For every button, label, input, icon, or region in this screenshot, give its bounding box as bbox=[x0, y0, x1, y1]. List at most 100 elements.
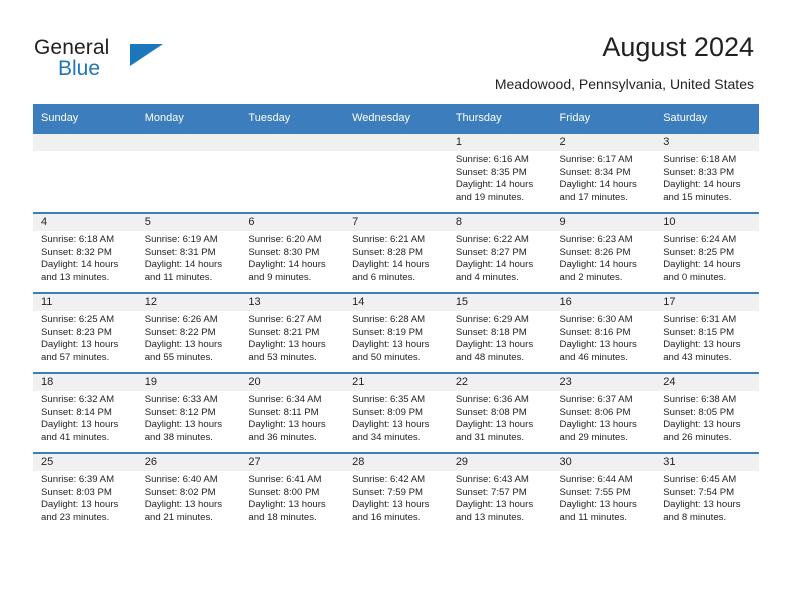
daylight-duration-line2: and 13 minutes. bbox=[455, 511, 525, 523]
daylight-duration-line1: Daylight: 14 hours bbox=[663, 179, 741, 191]
calendar-day-cell[interactable]: 6 Sunrise: 6:20 AM Sunset: 8:30 PM Daylight… bbox=[240, 212, 345, 293]
daylight-duration-line2: and 34 minutes. bbox=[352, 431, 421, 443]
day-number: 22 bbox=[447, 374, 552, 391]
day-number: 27 bbox=[240, 454, 345, 471]
weekday-header-thursday: Thursday bbox=[447, 104, 552, 133]
calendar-day-cell[interactable]: 10 Sunrise: 6:24 AM Sunset: 8:25 PM Dayligh… bbox=[655, 212, 759, 293]
day-number: 7 bbox=[344, 214, 448, 231]
day-number: 30 bbox=[551, 454, 656, 471]
weekday-header-tuesday: Tuesday bbox=[240, 104, 345, 133]
sunrise-time: Sunrise: 6:27 AM bbox=[248, 314, 322, 325]
daylight-duration-line1: Daylight: 13 hours bbox=[663, 339, 741, 351]
day-details: Sunrise: 6:25 AM Sunset: 8:23 PM Daylight:… bbox=[33, 311, 137, 364]
daylight-duration-line1: Daylight: 14 hours bbox=[559, 179, 637, 191]
sunrise-time: Sunrise: 6:25 AM bbox=[41, 314, 115, 325]
calendar-day-cell[interactable]: 12 Sunrise: 6:26 AM Sunset: 8:22 PM Dayligh… bbox=[136, 292, 241, 373]
calendar-day-cell[interactable]: 28 Sunrise: 6:42 AM Sunset: 7:59 PM Dayligh… bbox=[344, 452, 448, 532]
sunset-time: Sunset: 8:12 PM bbox=[144, 406, 216, 418]
calendar-day-cell[interactable]: 17 Sunrise: 6:31 AM Sunset: 8:15 PM Dayligh… bbox=[655, 292, 759, 373]
calendar-day-cell[interactable]: 21 Sunrise: 6:35 AM Sunset: 8:09 PM Dayligh… bbox=[344, 372, 448, 453]
sunrise-time: Sunrise: 6:18 AM bbox=[41, 234, 115, 245]
calendar-day-cell[interactable]: 24 Sunrise: 6:38 AM Sunset: 8:05 PM Dayligh… bbox=[655, 372, 759, 453]
day-number: 20 bbox=[240, 374, 345, 391]
general-blue-logo[interactable]: General Blue bbox=[34, 36, 204, 84]
day-number: 15 bbox=[447, 294, 552, 311]
daylight-duration-line1: Daylight: 14 hours bbox=[559, 259, 637, 271]
daylight-duration-line1: Daylight: 13 hours bbox=[352, 419, 430, 431]
calendar-day-cell[interactable]: 26 Sunrise: 6:40 AM Sunset: 8:02 PM Dayligh… bbox=[136, 452, 241, 532]
day-number: 18 bbox=[33, 374, 137, 391]
calendar-day-cell[interactable]: 11 Sunrise: 6:25 AM Sunset: 8:23 PM Dayligh… bbox=[33, 292, 137, 373]
sunrise-time: Sunrise: 6:37 AM bbox=[559, 394, 633, 405]
sunrise-time: Sunrise: 6:20 AM bbox=[248, 234, 322, 245]
calendar-day-cell[interactable]: 7 Sunrise: 6:21 AM Sunset: 8:28 PM Daylight… bbox=[344, 212, 448, 293]
day-details: Sunrise: 6:44 AM Sunset: 7:55 PM Daylight:… bbox=[552, 471, 656, 524]
sunrise-time: Sunrise: 6:42 AM bbox=[352, 474, 426, 485]
calendar-week-row: 4 Sunrise: 6:18 AM Sunset: 8:32 PM Daylight… bbox=[33, 212, 759, 293]
page-header: General Blue August 2024 Meadowood, Penn… bbox=[0, 0, 792, 104]
calendar-day-cell[interactable]: 20 Sunrise: 6:34 AM Sunset: 8:11 PM Dayligh… bbox=[240, 372, 345, 453]
daylight-duration-line2: and 11 minutes. bbox=[144, 271, 213, 283]
sunset-time: Sunset: 8:09 PM bbox=[352, 406, 424, 418]
sunset-time: Sunset: 8:02 PM bbox=[144, 486, 216, 498]
calendar-day-cell[interactable]: 3 Sunrise: 6:18 AM Sunset: 8:33 PM Daylight… bbox=[655, 132, 759, 213]
day-number: 8 bbox=[447, 214, 552, 231]
sunset-time: Sunset: 8:32 PM bbox=[41, 246, 112, 258]
daylight-duration-line2: and 50 minutes. bbox=[352, 351, 421, 363]
weekday-header-sunday: Sunday bbox=[33, 104, 137, 133]
calendar-day-cell[interactable]: 22 Sunrise: 6:36 AM Sunset: 8:08 PM Dayligh… bbox=[447, 372, 552, 453]
daylight-duration-line2: and 46 minutes. bbox=[559, 351, 628, 363]
calendar-day-cell[interactable]: 18 Sunrise: 6:32 AM Sunset: 8:14 PM Dayligh… bbox=[33, 372, 137, 453]
sunrise-time: Sunrise: 6:33 AM bbox=[144, 394, 218, 405]
calendar-day-cell[interactable]: 25 Sunrise: 6:39 AM Sunset: 8:03 PM Dayligh… bbox=[33, 452, 137, 532]
sunset-time: Sunset: 8:22 PM bbox=[144, 326, 216, 338]
calendar-day-cell[interactable]: 30 Sunrise: 6:44 AM Sunset: 7:55 PM Dayligh… bbox=[551, 452, 656, 532]
day-details: Sunrise: 6:31 AM Sunset: 8:15 PM Daylight:… bbox=[655, 311, 759, 364]
calendar-day-cell[interactable]: 2 Sunrise: 6:17 AM Sunset: 8:34 PM Daylight… bbox=[551, 132, 656, 213]
calendar-day-cell[interactable]: 8 Sunrise: 6:22 AM Sunset: 8:27 PM Daylight… bbox=[447, 212, 552, 293]
day-details: Sunrise: 6:16 AM Sunset: 8:35 PM Daylight:… bbox=[448, 151, 552, 204]
day-details: Sunrise: 6:27 AM Sunset: 8:21 PM Daylight:… bbox=[240, 311, 344, 364]
calendar-day-cell[interactable]: 9 Sunrise: 6:23 AM Sunset: 8:26 PM Daylight… bbox=[551, 212, 656, 293]
daylight-duration-line2: and 0 minutes. bbox=[663, 271, 727, 283]
day-number: 26 bbox=[136, 454, 241, 471]
daylight-duration-line1: Daylight: 13 hours bbox=[248, 499, 326, 511]
location-subtitle: Meadowood, Pennsylvania, United States bbox=[494, 76, 754, 92]
day-details: Sunrise: 6:37 AM Sunset: 8:06 PM Daylight:… bbox=[552, 391, 656, 444]
daylight-duration-line2: and 2 minutes. bbox=[559, 271, 623, 283]
day-details: Sunrise: 6:17 AM Sunset: 8:34 PM Daylight:… bbox=[552, 151, 656, 204]
daylight-duration-line2: and 41 minutes. bbox=[41, 431, 110, 443]
calendar-day-cell[interactable]: 27 Sunrise: 6:41 AM Sunset: 8:00 PM Dayligh… bbox=[240, 452, 345, 532]
sunset-time: Sunset: 8:15 PM bbox=[663, 326, 735, 338]
daylight-duration-line2: and 23 minutes. bbox=[41, 511, 110, 523]
sunset-time: Sunset: 8:25 PM bbox=[663, 246, 735, 258]
calendar-day-cell[interactable]: 19 Sunrise: 6:33 AM Sunset: 8:12 PM Dayligh… bbox=[136, 372, 241, 453]
daylight-duration-line1: Daylight: 13 hours bbox=[559, 419, 637, 431]
calendar-day-cell[interactable]: 23 Sunrise: 6:37 AM Sunset: 8:06 PM Dayligh… bbox=[551, 372, 656, 453]
calendar-day-cell[interactable]: 16 Sunrise: 6:30 AM Sunset: 8:16 PM Dayligh… bbox=[551, 292, 656, 373]
daylight-duration-line2: and 15 minutes. bbox=[663, 191, 732, 203]
calendar-day-cell[interactable]: 5 Sunrise: 6:19 AM Sunset: 8:31 PM Daylight… bbox=[136, 212, 241, 293]
calendar-day-cell[interactable]: 15 Sunrise: 6:29 AM Sunset: 8:18 PM Dayligh… bbox=[447, 292, 552, 373]
day-number: 19 bbox=[136, 374, 241, 391]
calendar-day-cell[interactable]: 14 Sunrise: 6:28 AM Sunset: 8:19 PM Dayligh… bbox=[344, 292, 448, 373]
calendar-day-cell-empty bbox=[136, 132, 241, 213]
calendar-day-cell[interactable]: 1 Sunrise: 6:16 AM Sunset: 8:35 PM Daylight… bbox=[447, 132, 552, 213]
sunrise-time: Sunrise: 6:18 AM bbox=[663, 154, 737, 165]
day-details: Sunrise: 6:26 AM Sunset: 8:22 PM Daylight:… bbox=[137, 311, 241, 364]
daylight-duration-line1: Daylight: 13 hours bbox=[352, 499, 430, 511]
calendar-day-cell[interactable]: 29 Sunrise: 6:43 AM Sunset: 7:57 PM Dayligh… bbox=[447, 452, 552, 532]
calendar-day-cell[interactable]: 31 Sunrise: 6:45 AM Sunset: 7:54 PM Dayligh… bbox=[655, 452, 759, 532]
daylight-duration-line2: and 13 minutes. bbox=[41, 271, 110, 283]
sunrise-time: Sunrise: 6:34 AM bbox=[248, 394, 322, 405]
calendar-day-cell[interactable]: 13 Sunrise: 6:27 AM Sunset: 8:21 PM Dayligh… bbox=[240, 292, 345, 373]
calendar-body: 1 Sunrise: 6:16 AM Sunset: 8:35 PM Daylight… bbox=[33, 132, 759, 532]
sunset-time: Sunset: 8:23 PM bbox=[41, 326, 112, 338]
sunrise-time: Sunrise: 6:31 AM bbox=[663, 314, 737, 325]
calendar-day-cell[interactable]: 4 Sunrise: 6:18 AM Sunset: 8:32 PM Daylight… bbox=[33, 212, 137, 293]
sunrise-time: Sunrise: 6:38 AM bbox=[663, 394, 737, 405]
day-details: Sunrise: 6:20 AM Sunset: 8:30 PM Daylight:… bbox=[240, 231, 344, 284]
daylight-duration-line1: Daylight: 13 hours bbox=[248, 419, 326, 431]
daylight-duration-line2: and 18 minutes. bbox=[248, 511, 317, 523]
daylight-duration-line2: and 6 minutes. bbox=[352, 271, 416, 283]
